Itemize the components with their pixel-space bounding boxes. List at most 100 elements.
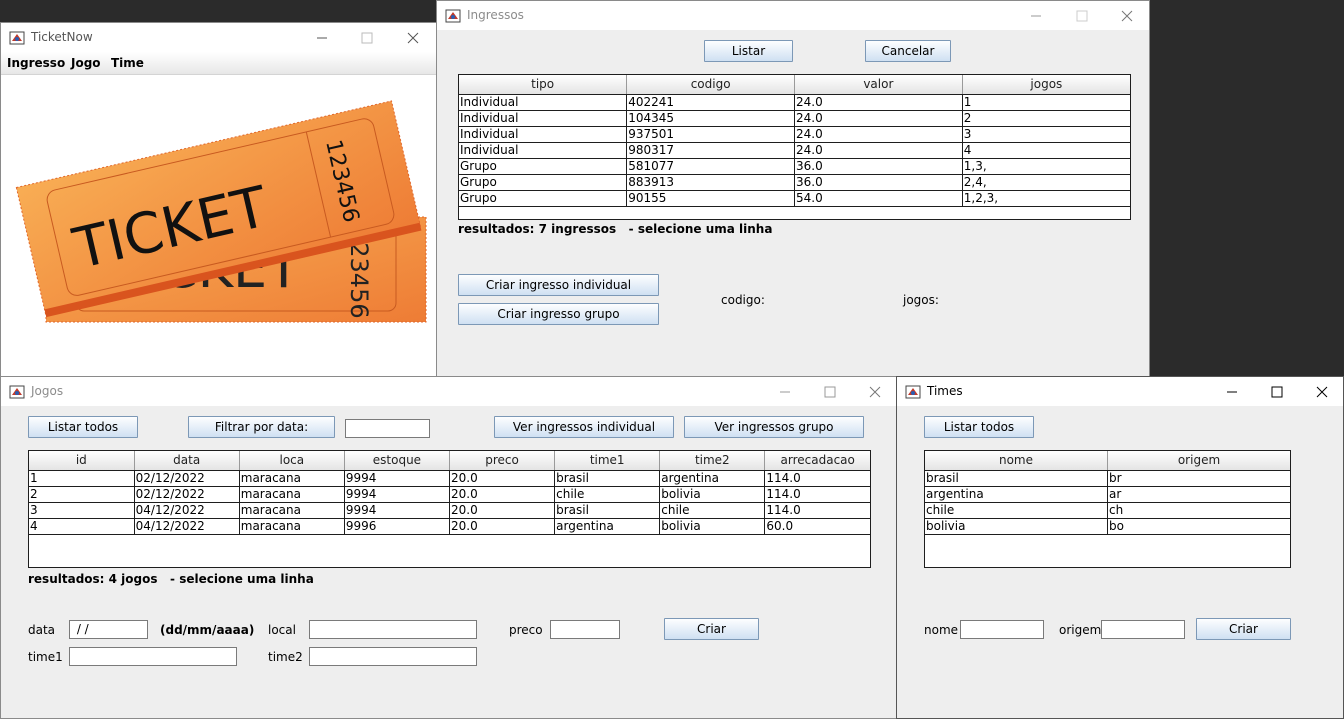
maximize-button[interactable] <box>807 377 853 406</box>
data-input[interactable]: / / <box>69 620 148 639</box>
minimize-button[interactable] <box>1013 1 1059 30</box>
time2-label: time2 <box>268 650 303 664</box>
cell-data: 02/12/2022 <box>134 470 240 487</box>
menu-ingresso[interactable]: Ingresso <box>7 56 65 70</box>
table-row[interactable]: brasil br <box>925 470 1290 487</box>
ingressos-titlebar[interactable]: Ingressos <box>437 1 1149 30</box>
column-header-valor[interactable]: valor <box>794 75 963 95</box>
minimize-button[interactable] <box>762 377 808 406</box>
listar-todos-button[interactable]: Listar todos <box>28 416 138 438</box>
local-input[interactable] <box>309 620 477 639</box>
close-icon <box>1316 386 1328 398</box>
menu-time[interactable]: Time <box>111 56 144 70</box>
times-table[interactable]: nome origem brasil br argentina ar chile ch… <box>924 450 1291 568</box>
jogos-titlebar[interactable]: Jogos <box>1 377 896 406</box>
date-format-hint: (dd/mm/aaaa) <box>160 623 255 637</box>
close-button[interactable] <box>852 377 896 406</box>
listar-todos-times-button[interactable]: Listar todos <box>924 416 1034 438</box>
column-header-arrecadacao[interactable]: arrecadacao <box>764 451 870 471</box>
nome-input[interactable] <box>960 620 1044 639</box>
cell-data: 04/12/2022 <box>134 502 240 519</box>
ticket-image: TICKET 123456 TICKET 123456 <box>15 100 427 323</box>
time1-input[interactable] <box>69 647 237 666</box>
minimize-button[interactable] <box>299 23 345 52</box>
column-header-data[interactable]: data <box>134 451 240 471</box>
column-header-time2[interactable]: time2 <box>659 451 766 471</box>
close-button[interactable] <box>1104 1 1149 30</box>
menu-jogo[interactable]: Jogo <box>71 56 101 70</box>
column-header-origem[interactable]: origem <box>1107 451 1290 471</box>
ver-ingressos-individual-button[interactable]: Ver ingressos individual <box>494 416 674 438</box>
times-titlebar[interactable]: Times <box>897 377 1343 406</box>
ticketnow-window: TicketNow Ingresso Jogo Time TICKET 1234… <box>0 22 437 378</box>
cell-nome: chile <box>925 502 1108 519</box>
cell-nome: bolivia <box>925 518 1108 535</box>
ingressos-table[interactable]: tipo codigo valor jogos Individual 402241… <box>458 74 1131 220</box>
cell-preco: 20.0 <box>449 486 556 503</box>
close-button[interactable] <box>1299 377 1343 406</box>
time2-input[interactable] <box>309 647 477 666</box>
window-title: Ingressos <box>467 8 524 22</box>
close-button[interactable] <box>390 23 436 52</box>
ingressos-status: resultados: 7 ingressos - selecione uma … <box>458 222 773 236</box>
cell-estoque: 9994 <box>344 470 451 487</box>
window-title: Times <box>927 384 963 398</box>
column-header-id[interactable]: id <box>29 451 135 471</box>
preco-input[interactable] <box>550 620 620 639</box>
cell-valor: 24.0 <box>794 142 963 159</box>
column-header-time1[interactable]: time1 <box>554 451 661 471</box>
cell-origem: br <box>1107 470 1290 487</box>
column-header-codigo[interactable]: codigo <box>626 75 795 95</box>
cell-loca: maracana <box>239 486 345 503</box>
table-row[interactable]: argentina ar <box>925 486 1290 503</box>
minimize-button[interactable] <box>1209 377 1255 406</box>
table-row[interactable]: bolivia bo <box>925 518 1290 535</box>
column-header-preco[interactable]: preco <box>449 451 556 471</box>
close-icon <box>407 32 419 44</box>
table-row[interactable]: 1 02/12/2022 maracana 9994 20.0 brasil argenti… <box>29 470 870 487</box>
maximize-icon <box>1271 386 1283 398</box>
criar-ingresso-grupo-button[interactable]: Criar ingresso grupo <box>458 303 659 325</box>
maximize-button[interactable] <box>344 23 390 52</box>
cell-id: 4 <box>29 518 135 535</box>
table-row[interactable]: Individual 402241 24.0 1 <box>459 94 1130 111</box>
table-row[interactable]: Grupo 90155 54.0 1,2,3, <box>459 190 1130 207</box>
cell-time2: argentina <box>659 470 766 487</box>
jogos-table[interactable]: id data loca estoque preco time1 time2 a… <box>28 450 871 568</box>
filtrar-por-data-button[interactable]: Filtrar por data: <box>188 416 335 438</box>
cell-tipo: Individual <box>459 110 628 127</box>
column-header-jogos[interactable]: jogos <box>962 75 1130 95</box>
table-row[interactable]: 2 02/12/2022 maracana 9994 20.0 chile bolivia 1… <box>29 486 870 503</box>
maximize-button[interactable] <box>1254 377 1300 406</box>
maximize-button[interactable] <box>1059 1 1105 30</box>
cell-time1: brasil <box>554 470 661 487</box>
column-header-tipo[interactable]: tipo <box>459 75 628 95</box>
table-row[interactable]: 4 04/12/2022 maracana 9996 20.0 argentina boli… <box>29 518 870 535</box>
cell-data: 04/12/2022 <box>134 518 240 535</box>
table-row[interactable]: 3 04/12/2022 maracana 9994 20.0 brasil chile 11… <box>29 502 870 519</box>
criar-jogo-button[interactable]: Criar <box>664 618 759 640</box>
criar-time-button[interactable]: Criar <box>1196 618 1291 640</box>
table-row[interactable]: Individual 104345 24.0 2 <box>459 110 1130 127</box>
listar-button[interactable]: Listar <box>704 40 793 62</box>
table-row[interactable]: Grupo 883913 36.0 2,4, <box>459 174 1130 191</box>
table-row[interactable]: Individual 980317 24.0 4 <box>459 142 1130 159</box>
criar-ingresso-individual-button[interactable]: Criar ingresso individual <box>458 274 659 296</box>
origem-input[interactable] <box>1101 620 1185 639</box>
cancelar-button[interactable]: Cancelar <box>865 40 951 62</box>
table-row[interactable]: Individual 937501 24.0 3 <box>459 126 1130 143</box>
table-row[interactable]: Grupo 581077 36.0 1,3, <box>459 158 1130 175</box>
cell-data: 02/12/2022 <box>134 486 240 503</box>
column-header-nome[interactable]: nome <box>925 451 1108 471</box>
local-label: local <box>268 623 296 637</box>
ver-ingressos-grupo-button[interactable]: Ver ingressos grupo <box>684 416 864 438</box>
maximize-icon <box>824 386 836 398</box>
cell-arrecadacao: 114.0 <box>764 486 870 503</box>
column-header-loca[interactable]: loca <box>239 451 345 471</box>
filtrar-data-input[interactable] <box>345 419 430 438</box>
cell-estoque: 9994 <box>344 502 451 519</box>
table-row[interactable]: chile ch <box>925 502 1290 519</box>
ticketnow-titlebar[interactable]: TicketNow <box>1 23 436 52</box>
cell-nome: brasil <box>925 470 1108 487</box>
column-header-estoque[interactable]: estoque <box>344 451 451 471</box>
